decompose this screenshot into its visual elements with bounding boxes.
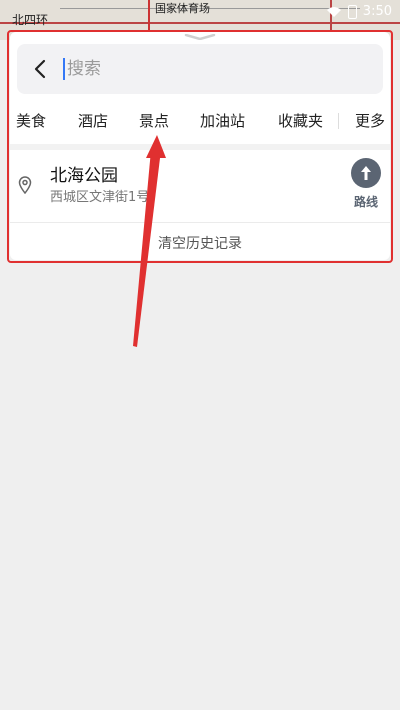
category-hotel[interactable]: 酒店	[78, 110, 108, 131]
location-pin-icon	[18, 176, 32, 194]
place-name: 北海公园	[50, 166, 118, 186]
category-attractions[interactable]: 景点	[139, 110, 169, 131]
battery-icon	[347, 4, 357, 19]
category-more[interactable]: 更多	[355, 110, 385, 131]
category-gas-station[interactable]: 加油站	[200, 110, 245, 131]
search-bar	[17, 44, 383, 94]
history-item[interactable]: 北海公园 西城区文津街1号 路线	[10, 150, 390, 222]
clear-history-button[interactable]: 清空历史记录	[10, 233, 390, 253]
route-icon-circle	[351, 158, 381, 188]
drag-handle-icon[interactable]	[184, 34, 216, 40]
route-button[interactable]: 路线	[346, 158, 386, 214]
category-favorites[interactable]: 收藏夹	[278, 110, 323, 131]
chevron-left-icon	[34, 59, 46, 79]
route-label: 路线	[353, 195, 378, 209]
status-time: 3:50	[362, 4, 392, 19]
map-label: 北四环	[12, 13, 49, 27]
search-panel: 美食 酒店 景点 加油站 收藏夹 更多 北海公园 西城区文津街1号 路线 清空历…	[10, 32, 390, 260]
wifi-icon	[326, 6, 341, 17]
map-road	[0, 22, 400, 24]
category-bar: 美食 酒店 景点 加油站 收藏夹 更多	[10, 108, 390, 134]
place-address: 西城区文津街1号	[50, 190, 150, 205]
status-bar: 3:50	[326, 4, 392, 19]
map-road	[60, 8, 360, 9]
divider	[10, 222, 390, 223]
category-divider	[338, 113, 339, 129]
search-input[interactable]	[63, 58, 383, 80]
category-food[interactable]: 美食	[16, 110, 46, 131]
map-label: 国家体育场	[155, 2, 210, 15]
route-arrow-icon	[361, 166, 371, 180]
back-button[interactable]	[17, 44, 63, 94]
